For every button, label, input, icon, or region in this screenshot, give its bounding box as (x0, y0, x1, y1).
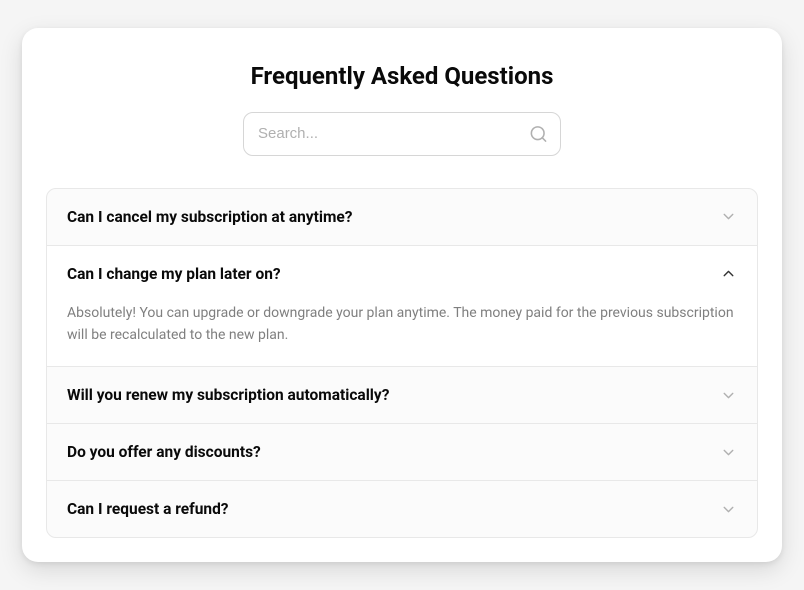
faq-list: Can I cancel my subscription at anytime?… (46, 188, 758, 539)
faq-question: Can I change my plan later on? (67, 265, 281, 283)
faq-item-header[interactable]: Can I cancel my subscription at anytime? (47, 189, 757, 245)
chevron-down-icon (720, 501, 737, 518)
faq-question: Can I request a refund? (67, 500, 229, 518)
search-box (243, 112, 561, 156)
faq-question: Can I cancel my subscription at anytime? (67, 208, 352, 226)
chevron-up-icon (720, 265, 737, 282)
faq-card: Frequently Asked Questions Can I cancel … (22, 28, 782, 563)
faq-item: Can I change my plan later on? Absolutel… (47, 246, 757, 368)
faq-item-header[interactable]: Will you renew my subscription automatic… (47, 367, 757, 423)
search-input[interactable] (243, 112, 561, 156)
faq-item: Can I request a refund? (47, 481, 757, 537)
page-title: Frequently Asked Questions (46, 62, 758, 90)
faq-item-header[interactable]: Can I change my plan later on? (47, 246, 757, 302)
faq-item-header[interactable]: Can I request a refund? (47, 481, 757, 537)
chevron-down-icon (720, 208, 737, 225)
chevron-down-icon (720, 444, 737, 461)
faq-item: Can I cancel my subscription at anytime? (47, 189, 757, 246)
faq-item: Will you renew my subscription automatic… (47, 367, 757, 424)
faq-item-header[interactable]: Do you offer any discounts? (47, 424, 757, 480)
faq-question: Will you renew my subscription automatic… (67, 386, 389, 404)
search-icon (529, 124, 548, 143)
faq-question: Do you offer any discounts? (67, 443, 261, 461)
faq-item: Do you offer any discounts? (47, 424, 757, 481)
chevron-down-icon (720, 387, 737, 404)
search-container (46, 112, 758, 156)
faq-answer: Absolutely! You can upgrade or downgrade… (47, 302, 757, 367)
